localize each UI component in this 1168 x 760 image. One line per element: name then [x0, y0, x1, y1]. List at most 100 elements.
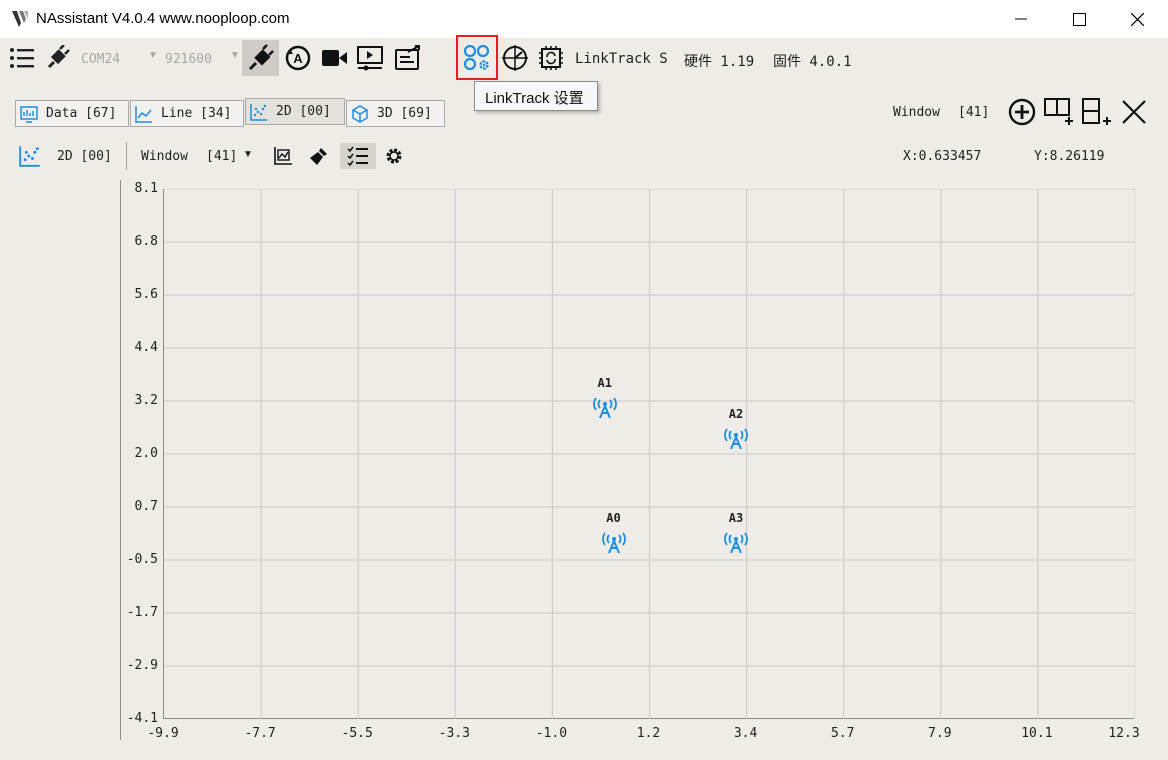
split-horizontal-icon [1044, 98, 1073, 125]
dropdown-arrow-icon[interactable]: ▼ [243, 149, 253, 160]
anchor-antenna-icon[interactable] [592, 396, 618, 420]
window-title: NAssistant V4.0.4 www.nooploop.com [36, 10, 290, 27]
anchor-antenna-icon[interactable] [723, 427, 749, 451]
port-plug-button[interactable] [42, 42, 74, 74]
export-button[interactable] [392, 42, 424, 74]
x-tick-label: 10.1 [1021, 726, 1053, 741]
export-icon [395, 45, 420, 70]
firmware-update-button[interactable] [536, 42, 566, 74]
clear-brush-icon [310, 148, 327, 165]
playback-button[interactable] [354, 42, 386, 74]
y-tick-label: 6.8 [134, 234, 158, 249]
firmware-update-icon [539, 46, 563, 70]
split-vertical-button[interactable] [1080, 96, 1114, 128]
view-window-label[interactable]: Window [141, 149, 188, 164]
anchor-antenna-icon[interactable] [601, 531, 627, 555]
menu-button[interactable] [6, 42, 38, 74]
port-dropdown-arrow-icon[interactable]: ▼ [148, 50, 158, 61]
tooltip: LinkTrack 设置 [474, 81, 598, 111]
calibration-button[interactable] [500, 42, 530, 74]
fit-view-button[interactable] [270, 144, 296, 168]
anchor-antenna-icon[interactable] [723, 531, 749, 555]
tab-3d[interactable]: 3D [69] [346, 100, 445, 127]
list-check-button[interactable] [340, 143, 376, 169]
svg-text:A: A [293, 51, 303, 66]
tab-data[interactable]: Data [67] [15, 100, 129, 127]
y-tick-label: -0.5 [126, 552, 158, 567]
x-tick-label: 1.2 [636, 726, 661, 741]
cube-icon [352, 104, 368, 123]
auto-baud-icon: A [285, 45, 311, 71]
minimize-button[interactable] [992, 0, 1050, 38]
anchor-label: A3 [728, 510, 744, 525]
view-title: 2D [00] [57, 149, 112, 164]
x-tick-label: 3.4 [733, 726, 758, 741]
menu-icon [10, 48, 34, 68]
close-window-icon [1122, 100, 1146, 124]
app-logo-icon [12, 11, 28, 27]
list-check-icon [347, 146, 368, 166]
y-tick-label: -4.1 [126, 711, 158, 726]
x-tick-label: -5.5 [341, 726, 373, 741]
auto-baud-button[interactable]: A [282, 42, 314, 74]
split-horizontal-button[interactable] [1042, 96, 1076, 128]
x-tick-label: -3.3 [438, 726, 470, 741]
title-bar: NAssistant V4.0.4 www.nooploop.com [0, 0, 1168, 38]
clear-button[interactable] [306, 144, 332, 168]
tab-line[interactable]: Line [34] [130, 100, 244, 127]
close-icon [1130, 12, 1144, 26]
add-window-icon [1008, 98, 1036, 126]
y-tick-label: -2.9 [126, 658, 158, 673]
y-tick-label: 8.1 [134, 181, 158, 196]
plot-area[interactable] [163, 188, 1136, 719]
port-select[interactable]: COM24 [81, 52, 120, 67]
data-icon [20, 105, 38, 123]
toolbar-divider [126, 142, 127, 170]
tab-line-label: Line [34] [161, 106, 232, 121]
tab-data-label: Data [67] [46, 106, 117, 121]
settings-gear-icon [386, 148, 402, 164]
anchor-label: A1 [597, 376, 612, 391]
record-button[interactable] [318, 42, 350, 74]
y-tick-label: -1.7 [126, 605, 158, 620]
fit-view-icon [274, 147, 292, 165]
anchor-label: A2 [728, 406, 744, 421]
device-name: LinkTrack S [575, 51, 668, 67]
x-tick-label: 12.3 [1108, 726, 1140, 741]
calibration-icon [502, 45, 528, 71]
plug-icon [47, 45, 70, 69]
scatter-plot [164, 188, 1136, 719]
connect-button[interactable] [242, 40, 279, 76]
tab-2d[interactable]: 2D [00] [245, 98, 345, 125]
x-tick-label: 7.9 [928, 726, 952, 741]
x-tick-label: -9.9 [147, 726, 179, 741]
x-tick-label: -1.0 [535, 726, 568, 741]
baud-dropdown-arrow-icon[interactable]: ▼ [230, 50, 240, 61]
maximize-icon [1072, 12, 1086, 26]
add-window-button[interactable] [1006, 96, 1038, 128]
baud-select[interactable]: 921600 [165, 52, 212, 67]
y-tick-label: 4.4 [134, 340, 158, 355]
y-tick-label: 3.2 [134, 393, 158, 408]
settings-button[interactable] [382, 144, 406, 168]
tab-3d-label: 3D [69] [377, 106, 432, 121]
window-count: [41] [958, 105, 990, 120]
connect-icon [248, 44, 274, 71]
linktrack-settings-button[interactable] [456, 35, 498, 80]
anchor-label: A0 [606, 510, 621, 525]
x-tick-label: 5.7 [830, 726, 855, 741]
y-tick-label: 5.6 [134, 287, 158, 302]
maximize-button[interactable] [1050, 0, 1108, 38]
minimize-icon [1015, 18, 1027, 20]
playback-icon [357, 46, 383, 71]
y-tick-label: 0.7 [134, 499, 158, 514]
scatter-icon [250, 103, 267, 121]
cursor-x-readout: X:0.633457 [903, 149, 982, 164]
line-chart-icon [135, 105, 152, 123]
linktrack-settings-icon [463, 44, 490, 70]
close-button[interactable] [1108, 0, 1166, 38]
view-window-count[interactable]: [41] [206, 149, 237, 164]
window-label: Window [893, 105, 940, 120]
close-window-button[interactable] [1118, 96, 1150, 128]
y-tick-label: 2.0 [134, 446, 158, 461]
